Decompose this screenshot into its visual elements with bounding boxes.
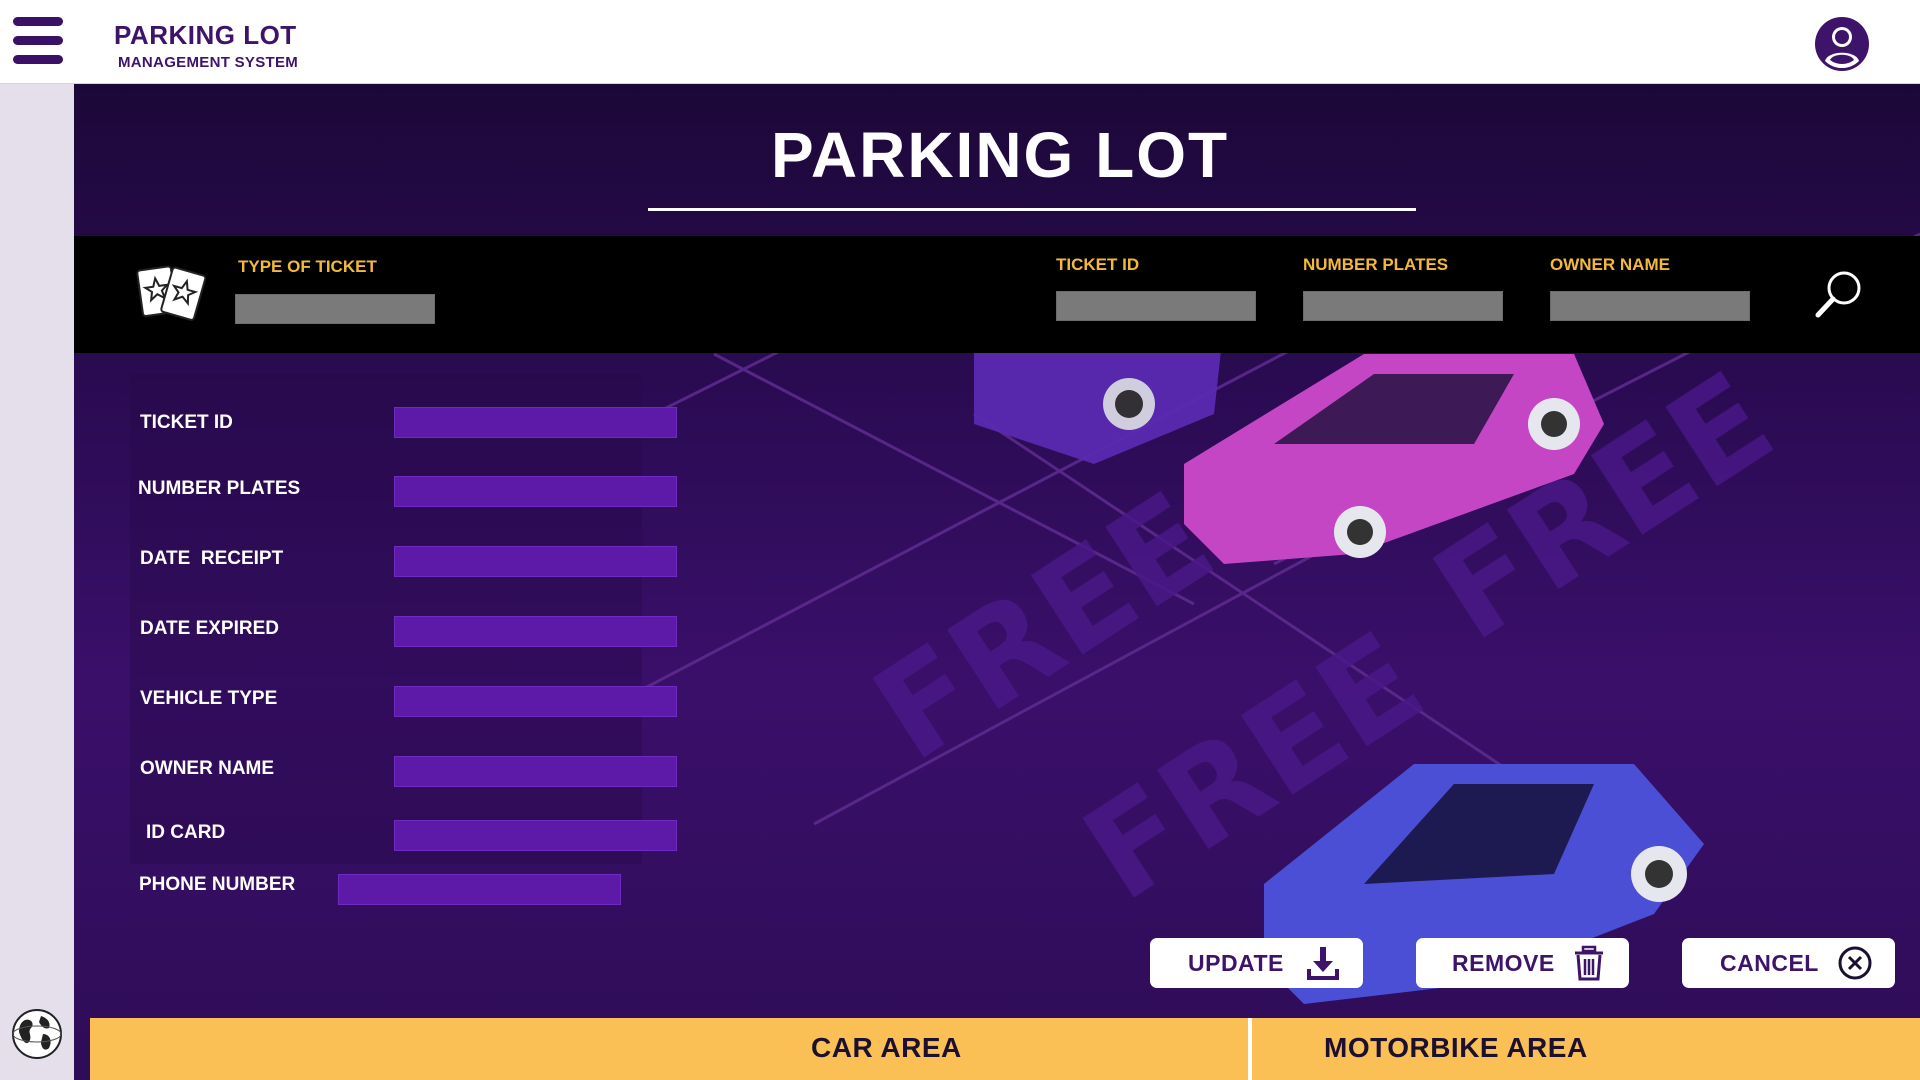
page-title: PARKING LOT [770,119,1230,191]
remove-button[interactable]: REMOVE [1416,938,1629,988]
form-label-id-card: ID CARD [146,822,226,843]
form-label-ticket-id: TICKET ID [140,412,233,433]
search-owner-name-input[interactable] [1550,291,1750,321]
search-number-plates-input[interactable] [1303,291,1503,321]
form-label-date-receipt: DATE RECEIPT [140,548,284,569]
ticket-icon [136,265,206,321]
tab-car-area[interactable]: CAR AREA [90,1018,1248,1080]
search-ticket-id-label: TICKET ID [1056,255,1140,274]
form-label-phone-number: PHONE NUMBER [139,874,296,895]
form-input-number-plates[interactable] [394,476,677,507]
left-sidebar [0,84,74,1080]
update-button-label: UPDATE [1188,950,1284,976]
area-tab-bar: CAR AREA MOTORBIKE AREA [90,1018,1920,1080]
search-number-plates-label: NUMBER PLATES [1303,255,1449,274]
type-of-ticket-input[interactable] [235,294,435,324]
form-input-owner-name[interactable] [394,756,677,787]
form-label-owner-name: OWNER NAME [140,758,275,779]
remove-button-label: REMOVE [1452,950,1555,976]
close-circle-icon [1838,946,1872,980]
form-input-ticket-id[interactable] [394,407,677,438]
search-owner-name-label: OWNER NAME [1550,255,1670,274]
form-input-phone-number[interactable] [338,874,621,905]
form-input-vehicle-type[interactable] [394,686,677,717]
form-input-date-receipt[interactable] [394,546,677,577]
form-label-date-expired: DATE EXPIRED [140,618,280,639]
magnifier-icon[interactable] [1812,268,1866,322]
main-content: FREE FREE FREE PARKING LOT TYPE OF TICKE… [74,84,1920,1080]
form-input-date-expired[interactable] [394,616,677,647]
search-bar: TYPE OF TICKET TICKET ID NUMBER PLATES O… [74,236,1920,353]
ticket-detail-form: TICKET ID NUMBER PLATES DATE RECEIPT DAT… [130,374,677,864]
type-of-ticket-label: TYPE OF TICKET [238,257,377,276]
tab-car-area-label: CAR AREA [811,1032,962,1063]
app-subtitle: MANAGEMENT SYSTEM [118,54,299,71]
cancel-button[interactable]: CANCEL [1682,938,1895,988]
app-title: PARKING LOT [114,20,297,50]
app-header: PARKING LOT MANAGEMENT SYSTEM [0,0,1920,84]
tab-motorbike-area-label: MOTORBIKE AREA [1324,1032,1588,1063]
download-icon [1307,947,1339,980]
update-button[interactable]: UPDATE [1150,938,1363,988]
globe-icon[interactable] [11,1008,63,1060]
trash-icon [1575,945,1603,981]
tab-motorbike-area[interactable]: MOTORBIKE AREA [1252,1018,1920,1080]
form-label-number-plates: NUMBER PLATES [138,478,301,499]
form-label-vehicle-type: VEHICLE TYPE [140,688,278,709]
user-account-icon[interactable] [1814,16,1870,72]
title-underline [648,208,1416,211]
cancel-button-label: CANCEL [1720,950,1819,976]
hamburger-menu-icon[interactable] [0,0,74,82]
form-input-id-card[interactable] [394,820,677,851]
search-ticket-id-input[interactable] [1056,291,1256,321]
